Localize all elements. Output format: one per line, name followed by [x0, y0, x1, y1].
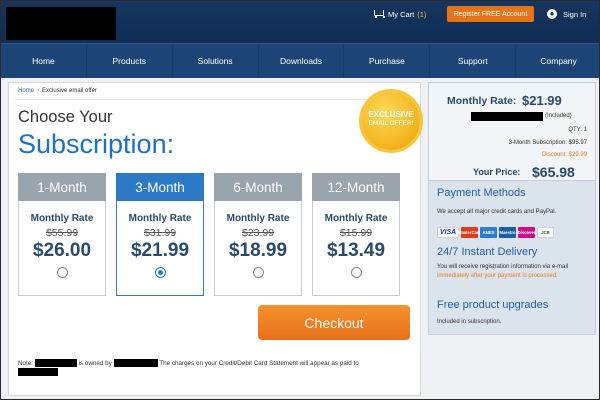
plan-name: 12-Month [312, 173, 400, 201]
plan-radio[interactable] [155, 267, 166, 278]
subscription-panel: Home › Exclusive email offer Choose Your S… [8, 82, 421, 396]
nav-solutions[interactable]: Solutions [173, 44, 259, 78]
plan-old-price: $15.99 [339, 227, 373, 239]
amex-card-icon: AMEX [480, 227, 497, 238]
nav-company[interactable]: Company [516, 44, 599, 78]
your-price-value: $65.98 [532, 164, 575, 180]
sign-in-label: Sign In [563, 9, 587, 19]
redacted-text [471, 112, 543, 121]
plan-rate-label: Monthly Rate [30, 213, 94, 224]
divider [14, 99, 415, 100]
breadcrumb-home[interactable]: Home [18, 88, 34, 94]
plan-radio[interactable] [253, 267, 264, 278]
monthly-rate-value: $21.99 [522, 93, 562, 108]
payment-methods-title: Payment Methods [437, 187, 526, 199]
note-middle2: The charges on your Credit/Debit Card St… [159, 360, 359, 367]
monthly-rate-label: Monthly Rate: [447, 95, 517, 107]
plan-3-month[interactable]: 3-Month Monthly Rate $31.99 $21.99 [116, 173, 204, 296]
sign-in-link[interactable]: ● Sign In [547, 6, 586, 22]
breadcrumb-current: Exclusive email offer [42, 88, 97, 94]
discover-card-icon: Discover [518, 227, 535, 238]
badge-line1: EXCLUSIVE [368, 110, 414, 119]
plan-body: Monthly Rate $23.99 $18.99 [214, 201, 302, 296]
quantity: QTY: 1 [568, 127, 587, 133]
billing-note: Note: is owned by The charges on your Cr… [18, 359, 413, 377]
plan-old-price: $23.99 [241, 227, 275, 239]
cart-count: (1) [417, 9, 427, 19]
nav-purchase[interactable]: Purchase [344, 44, 431, 78]
visa-card-icon: VISA [437, 227, 459, 238]
plan-price: $26.00 [32, 240, 92, 261]
your-price-label: Your Price: [473, 167, 521, 177]
upgrades-text: Included in subscription. [437, 319, 502, 325]
plan-rate-label: Monthly Rate [226, 213, 290, 224]
redacted-text [34, 359, 77, 368]
plan-name: 1-Month [18, 173, 106, 201]
redacted-text [18, 368, 58, 377]
payment-methods-text: We accept all major credit cards and Pay… [437, 209, 557, 215]
plan-price: $21.99 [130, 240, 190, 261]
checkout-button[interactable]: Checkout [258, 305, 410, 340]
top-header: My Cart (1) Register FREE Account ● Sign… [1, 1, 599, 43]
subscription-total: 3-Month Subscription: $95.97 [508, 140, 587, 146]
order-summary: Monthly Rate: $21.99 (Included) QTY: 1 3… [429, 83, 595, 181]
page-title-line1: Choose Your [18, 108, 113, 126]
included-label: (Included) [545, 113, 572, 119]
order-sidebar: Monthly Rate: $21.99 (Included) QTY: 1 3… [428, 82, 596, 335]
plan-rate-label: Monthly Rate [128, 213, 192, 224]
plan-body: Monthly Rate $15.99 $13.49 [312, 201, 400, 296]
nav-downloads[interactable]: Downloads [259, 44, 345, 78]
user-icon: ● [547, 9, 557, 19]
register-free-account-button[interactable]: Register FREE Account [447, 6, 534, 22]
redacted-text [113, 359, 158, 368]
nav-home[interactable]: Home [1, 44, 87, 78]
plan-rate-label: Monthly Rate [324, 213, 388, 224]
cart-label: My Cart [388, 9, 415, 19]
breadcrumb: Home › Exclusive email offer [18, 88, 97, 94]
plan-old-price: $31.99 [143, 227, 177, 239]
logo-redacted[interactable] [6, 7, 116, 40]
plan-1-month[interactable]: 1-Month Monthly Rate $55.99 $26.00 [18, 173, 106, 296]
upgrades-title: Free product upgrades [437, 299, 549, 311]
mastercard-icon: MasterCard [458, 227, 481, 238]
plan-name: 6-Month [214, 173, 302, 201]
delivery-text-highlight: immediately after your payment is proces… [437, 273, 558, 279]
plan-price: $13.49 [326, 240, 386, 261]
delivery-title: 24/7 Instant Delivery [437, 246, 538, 258]
main-nav: Home Products Solutions Downloads Purcha… [1, 43, 599, 78]
my-cart-link[interactable]: My Cart (1) [373, 6, 426, 22]
delivery-text-main: You will receive registration informatio… [437, 264, 569, 270]
delivery-text: You will receive registration informatio… [437, 263, 587, 281]
plan-radio[interactable] [351, 267, 362, 278]
plan-old-price: $55.99 [45, 227, 79, 239]
nav-support[interactable]: Support [430, 44, 517, 78]
note-prefix: Note: [18, 360, 34, 367]
plan-radio[interactable] [57, 267, 68, 278]
nav-products[interactable]: Products [87, 44, 173, 78]
breadcrumb-separator: › [37, 88, 40, 94]
page-title-line2: Subscription: [18, 129, 175, 159]
maestro-card-icon: Maestro [499, 227, 516, 238]
plan-options: 1-Month Monthly Rate $55.99 $26.00 3-Mon… [18, 173, 405, 296]
card-logos: VISA MasterCard AMEX Maestro Discover JC… [437, 227, 554, 238]
plan-price: $18.99 [228, 240, 288, 261]
page-frame: My Cart (1) Register FREE Account ● Sign… [0, 0, 600, 400]
badge-line2: EMAIL OFFER! [368, 120, 414, 127]
cart-icon [373, 10, 385, 18]
plan-body: Monthly Rate $55.99 $26.00 [18, 201, 106, 296]
plan-name: 3-Month [116, 173, 204, 201]
plan-body: Monthly Rate $31.99 $21.99 [116, 201, 204, 296]
plan-6-month[interactable]: 6-Month Monthly Rate $23.99 $18.99 [214, 173, 302, 296]
jcb-card-icon: JCB [537, 227, 554, 238]
exclusive-offer-badge: EXCLUSIVE EMAIL OFFER! [362, 92, 420, 150]
plan-12-month[interactable]: 12-Month Monthly Rate $15.99 $13.49 [312, 173, 400, 296]
discount: Discount: $29.99 [541, 152, 587, 158]
note-middle1: is owned by [78, 360, 112, 367]
